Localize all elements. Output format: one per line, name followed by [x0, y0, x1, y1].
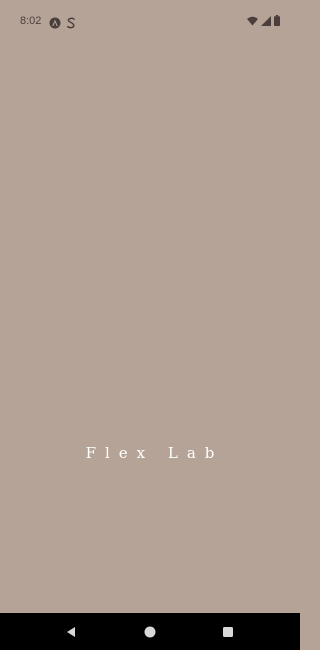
android-auto-icon: [49, 14, 61, 29]
navigation-bar: [0, 613, 300, 650]
app-title: Flex Lab: [85, 444, 224, 462]
wifi-icon: [247, 11, 258, 30]
home-icon: [144, 623, 156, 642]
back-icon: [65, 623, 77, 642]
home-button[interactable]: [140, 622, 160, 642]
status-bar: 8:02: [0, 0, 300, 40]
battery-icon: [274, 11, 280, 30]
recents-button[interactable]: [218, 622, 238, 642]
status-time: 8:02: [20, 15, 42, 27]
cell-signal-icon: [261, 11, 271, 30]
back-button[interactable]: [61, 622, 81, 642]
recents-icon: [222, 623, 234, 642]
status-icons: [247, 14, 280, 26]
s-app-icon: [66, 14, 78, 29]
